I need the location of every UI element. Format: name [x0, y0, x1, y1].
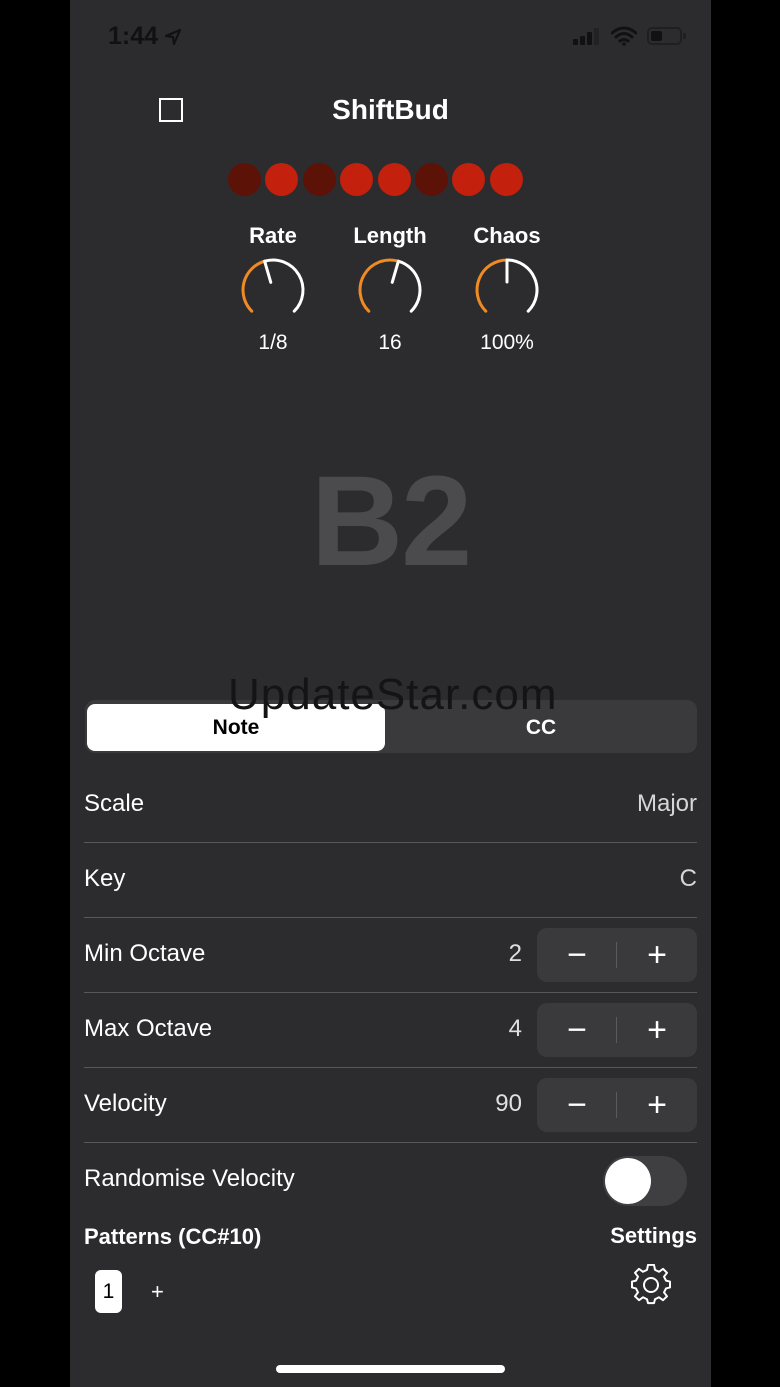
- step-indicator-row: [228, 163, 523, 196]
- wifi-icon: [611, 26, 637, 46]
- rate-label: Rate: [249, 223, 297, 248]
- cellular-signal-icon: [573, 28, 599, 45]
- location-arrow-icon: [164, 28, 182, 45]
- scale-label: Scale: [84, 790, 145, 817]
- rate-value: 1/8: [258, 331, 288, 354]
- length-label: Length: [353, 223, 427, 248]
- knob-value-arc: [358, 258, 400, 313]
- status-indicators: [573, 26, 687, 46]
- max-octave-stepper: − +: [537, 1003, 697, 1057]
- rate-knob[interactable]: Rate 1/8: [228, 223, 318, 355]
- step-dot: [377, 163, 411, 196]
- status-time: 1:44: [108, 22, 182, 51]
- battery-icon: [647, 27, 686, 45]
- toggle-thumb: [605, 1158, 651, 1204]
- velocity-value: 90: [495, 1090, 522, 1117]
- chaos-value: 100%: [480, 331, 534, 354]
- scale-value: Major: [636, 790, 697, 817]
- knob-value-arc: [475, 258, 509, 313]
- velocity-label: Velocity: [84, 1090, 167, 1117]
- max-octave-value: 4: [508, 1015, 522, 1042]
- watermark: UpdateStar.com: [228, 670, 558, 719]
- app-title: ShiftBud: [332, 94, 449, 125]
- knob-pointer: [263, 260, 273, 284]
- key-value: C: [679, 865, 697, 892]
- max-octave-increment-button[interactable]: +: [617, 1003, 697, 1057]
- home-indicator: [276, 1365, 505, 1373]
- knob-track-arc: [505, 258, 539, 313]
- min-octave-stepper: − +: [537, 928, 697, 982]
- velocity-stepper: − +: [537, 1078, 697, 1132]
- min-octave-value: 2: [508, 940, 522, 967]
- randomise-velocity-toggle[interactable]: [603, 1156, 687, 1206]
- max-octave-label: Max Octave: [84, 1015, 213, 1042]
- max-octave-decrement-button[interactable]: −: [537, 1003, 617, 1057]
- step-dot: [265, 163, 299, 196]
- chaos-knob[interactable]: Chaos 100%: [462, 223, 552, 355]
- chaos-label: Chaos: [473, 223, 541, 248]
- max-octave-row: Max Octave 4 − +: [84, 993, 697, 1068]
- length-value: 16: [378, 331, 402, 354]
- current-note-display: B2: [310, 450, 473, 593]
- knob-value-arc: [241, 259, 267, 313]
- add-pattern-button[interactable]: +: [151, 1279, 164, 1305]
- randomise-velocity-label: Randomise Velocity: [84, 1165, 295, 1192]
- settings-title: Settings: [610, 1223, 697, 1248]
- patterns-title: Patterns (CC#10): [84, 1224, 262, 1249]
- gear-icon[interactable]: [630, 1264, 672, 1306]
- status-time-text: 1:44: [108, 22, 159, 50]
- app-screen: 1:44 ShiftBud Rate 1/8 Length 16 Chaos 1…: [70, 0, 711, 1387]
- key-label: Key: [84, 865, 126, 892]
- step-dot: [452, 163, 486, 196]
- knob-pointer: [390, 260, 400, 284]
- velocity-decrement-button[interactable]: −: [537, 1078, 617, 1132]
- min-octave-increment-button[interactable]: +: [617, 928, 697, 982]
- step-dot: [489, 163, 523, 196]
- chaos-knob-dial[interactable]: [472, 255, 542, 325]
- step-dot: [302, 163, 336, 196]
- key-row[interactable]: Key C: [84, 843, 697, 918]
- knob-track-arc: [263, 258, 305, 313]
- randomise-velocity-row: Randomise Velocity: [84, 1143, 697, 1218]
- step-dot: [228, 163, 261, 196]
- length-knob-dial[interactable]: [355, 255, 425, 325]
- knob-track-arc: [396, 259, 422, 313]
- velocity-increment-button[interactable]: +: [617, 1078, 697, 1132]
- rate-knob-dial[interactable]: [238, 255, 308, 325]
- length-knob[interactable]: Length 16: [345, 223, 435, 355]
- min-octave-label: Min Octave: [84, 940, 206, 967]
- pattern-button[interactable]: 1: [95, 1270, 122, 1313]
- step-dot: [414, 163, 448, 196]
- min-octave-row: Min Octave 2 − +: [84, 918, 697, 993]
- velocity-row: Velocity 90 − +: [84, 1068, 697, 1143]
- min-octave-decrement-button[interactable]: −: [537, 928, 617, 982]
- scale-row[interactable]: Scale Major: [84, 768, 697, 843]
- step-dot: [340, 163, 374, 196]
